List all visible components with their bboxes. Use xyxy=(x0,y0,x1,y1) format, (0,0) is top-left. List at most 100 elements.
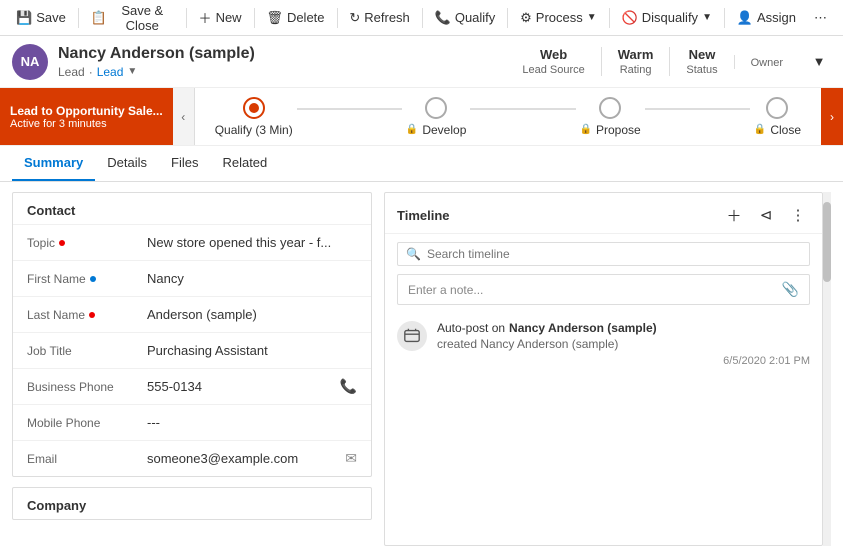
value-topic[interactable]: New store opened this year - f... xyxy=(147,235,357,250)
timeline-note-bar[interactable]: Enter a note... 📎 xyxy=(397,274,810,305)
field-business-phone: Business Phone 555-0134 📞 xyxy=(13,368,371,404)
separator-6 xyxy=(507,8,508,28)
field-last-name: Last Name Anderson (sample) xyxy=(13,296,371,332)
process-alert[interactable]: Lead to Opportunity Sale... Active for 3… xyxy=(0,88,173,145)
separator-3 xyxy=(254,8,255,28)
step-label-propose: 🔒 Propose xyxy=(580,123,641,137)
separator-2 xyxy=(186,8,187,28)
process-next-button[interactable]: › xyxy=(821,88,843,145)
value-business-phone[interactable]: 555-0134 📞 xyxy=(147,378,357,395)
label-business-phone: Business Phone xyxy=(27,380,147,394)
delete-label: Delete xyxy=(287,10,325,25)
meta-rating-value: Warm xyxy=(618,47,654,62)
email-icon[interactable]: ✉ xyxy=(345,450,357,467)
process-line-3 xyxy=(645,108,750,110)
entry-content-0: Auto-post on Nancy Anderson (sample) cre… xyxy=(437,321,810,367)
process-alert-title: Lead to Opportunity Sale... xyxy=(10,104,163,118)
dropdown-icon[interactable]: ▼ xyxy=(127,66,137,77)
save-icon: 💾 xyxy=(16,10,32,26)
field-email: Email someone3@example.com ✉ xyxy=(13,440,371,476)
qualify-button[interactable]: 📞 Qualify xyxy=(427,6,504,30)
value-last-name[interactable]: Anderson (sample) xyxy=(147,307,357,322)
label-email: Email xyxy=(27,452,147,466)
contact-card-header: Contact xyxy=(13,193,371,224)
delete-button[interactable]: 🗑 Delete xyxy=(258,6,332,30)
refresh-icon: ↻ xyxy=(349,10,360,26)
contact-card: Contact Topic New store opened this year… xyxy=(12,192,372,477)
disqualify-button[interactable]: 🚫 Disqualify ▼ xyxy=(614,6,720,30)
process-line-1 xyxy=(297,108,402,110)
process-step-propose[interactable]: 🔒 Propose xyxy=(580,97,641,137)
field-job-title: Job Title Purchasing Assistant xyxy=(13,332,371,368)
label-job-title: Job Title xyxy=(27,344,147,358)
record-type-link[interactable]: Lead xyxy=(97,65,124,79)
disqualify-label: Disqualify xyxy=(642,10,698,25)
new-icon: ＋ xyxy=(199,8,212,27)
separator-8 xyxy=(724,8,725,28)
step-circle-qualify xyxy=(243,97,265,119)
tab-summary[interactable]: Summary xyxy=(12,146,95,181)
field-topic: Topic New store opened this year - f... xyxy=(13,224,371,260)
label-last-name: Last Name xyxy=(27,308,147,322)
attachment-icon[interactable]: 📎 xyxy=(782,281,799,298)
timeline-filter-button[interactable]: ⊲ xyxy=(754,203,778,227)
process-step-develop[interactable]: 🔒 Develop xyxy=(406,97,466,137)
search-input[interactable] xyxy=(427,247,801,261)
step-circle-develop xyxy=(425,97,447,119)
timeline-entries: Auto-post on Nancy Anderson (sample) cre… xyxy=(385,313,822,545)
value-mobile-phone[interactable]: --- xyxy=(147,415,357,430)
process-step-qualify[interactable]: Qualify (3 Min) xyxy=(215,97,293,137)
entry-date-0: 6/5/2020 2:01 PM xyxy=(437,355,810,367)
separator-7 xyxy=(609,8,610,28)
assign-button[interactable]: 👤 Assign xyxy=(729,6,804,30)
timeline-card: Timeline ＋ ⊲ ⋮ 🔍 Enter a note... 📎 xyxy=(384,192,823,546)
value-email[interactable]: someone3@example.com ✉ xyxy=(147,450,357,467)
assign-icon: 👤 xyxy=(737,10,753,26)
more-icon: ⋯ xyxy=(814,10,827,26)
entry-avatar-0 xyxy=(397,321,427,351)
company-card: Company xyxy=(12,487,372,520)
qualify-label: Qualify xyxy=(455,10,495,25)
required-indicator-last-name xyxy=(89,312,95,318)
meta-owner-label: Owner xyxy=(751,57,783,69)
separator-1 xyxy=(78,8,79,28)
refresh-button[interactable]: ↻ Refresh xyxy=(341,6,417,30)
value-first-name[interactable]: Nancy xyxy=(147,271,357,286)
record-subtitle: Lead · Lead ▼ xyxy=(58,65,255,79)
scrollbar[interactable] xyxy=(823,192,831,546)
right-area: Timeline ＋ ⊲ ⋮ 🔍 Enter a note... 📎 xyxy=(384,192,831,546)
save-close-button[interactable]: 📋 Save & Close xyxy=(83,0,182,37)
value-job-title[interactable]: Purchasing Assistant xyxy=(147,343,357,358)
main-content: Contact Topic New store opened this year… xyxy=(0,182,843,556)
meta-rating: Warm Rating xyxy=(601,47,670,76)
tab-details[interactable]: Details xyxy=(95,146,159,181)
lock-icon-close: 🔒 xyxy=(754,124,766,135)
label-topic: Topic xyxy=(27,236,147,250)
meta-lead-source-value: Web xyxy=(522,47,584,62)
tab-related[interactable]: Related xyxy=(210,146,279,181)
disqualify-chevron-icon: ▼ xyxy=(702,12,712,23)
tab-files[interactable]: Files xyxy=(159,146,210,181)
more-button[interactable]: ⋯ xyxy=(806,6,835,30)
company-card-header: Company xyxy=(13,488,371,519)
timeline-add-button[interactable]: ＋ xyxy=(722,203,746,227)
process-button[interactable]: ⚙ Process ▼ xyxy=(512,6,605,30)
separator-5 xyxy=(422,8,423,28)
process-prev-button[interactable]: ‹ xyxy=(173,88,195,145)
phone-icon[interactable]: 📞 xyxy=(340,378,357,395)
header-expand-button[interactable]: ▼ xyxy=(807,50,831,74)
timeline-search-bar[interactable]: 🔍 xyxy=(397,242,810,266)
separator-4 xyxy=(337,8,338,28)
step-label-close: 🔒 Close xyxy=(754,123,801,137)
record-header: NA Nancy Anderson (sample) Lead · Lead ▼… xyxy=(0,36,843,88)
process-step-close[interactable]: 🔒 Close xyxy=(754,97,801,137)
timeline-more-button[interactable]: ⋮ xyxy=(786,203,810,227)
qualify-icon: 📞 xyxy=(435,10,451,26)
save-button[interactable]: 💾 Save xyxy=(8,6,74,30)
process-label: Process xyxy=(536,10,583,25)
new-button[interactable]: ＋ New xyxy=(191,4,250,31)
auto-post-icon xyxy=(403,327,421,345)
assign-label: Assign xyxy=(757,10,796,25)
left-panel: Contact Topic New store opened this year… xyxy=(12,192,372,546)
scroll-thumb[interactable] xyxy=(823,202,831,282)
